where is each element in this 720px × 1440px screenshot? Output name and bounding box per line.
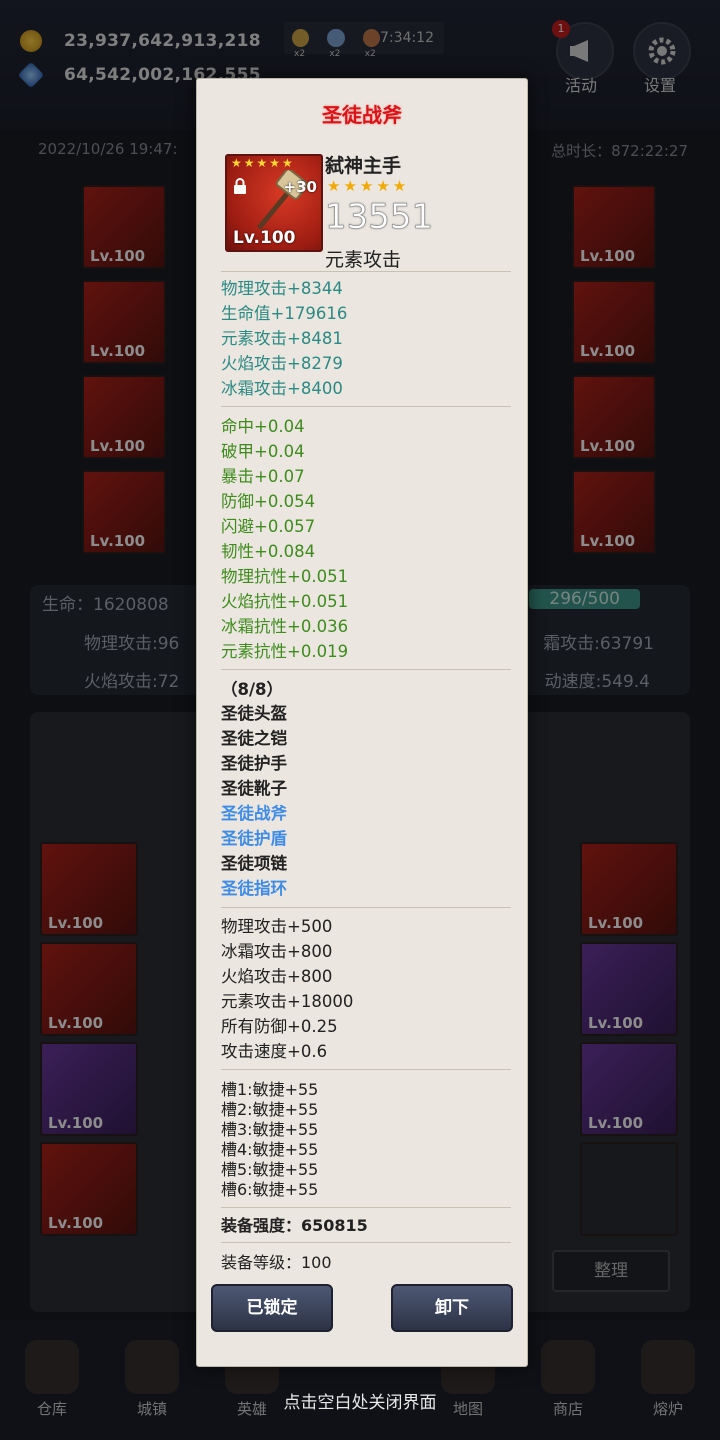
sub-stat: 物理抗性+0.051 xyxy=(221,567,349,586)
equip-strength: 装备强度：650815 xyxy=(221,1216,368,1235)
item-type: 元素攻击 xyxy=(325,249,402,271)
set-bonus: 所有防御+0.25 xyxy=(221,1017,338,1036)
item-name: 弑神主手 xyxy=(325,155,402,177)
item-stars: ★★★★★ xyxy=(327,177,410,195)
set-item: 圣徒靴子 xyxy=(221,779,287,798)
unequip-button[interactable]: 卸下 xyxy=(391,1284,513,1332)
main-stat: 火焰攻击+8279 xyxy=(221,354,343,373)
item-icon-stars: ★★★★★ xyxy=(231,156,295,170)
sub-stat: 元素抗性+0.019 xyxy=(221,642,349,661)
sub-stat: 命中+0.04 xyxy=(221,417,305,436)
sub-stat: 韧性+0.084 xyxy=(221,542,316,561)
item-power: 13551 xyxy=(325,197,434,238)
set-item: 圣徒项链 xyxy=(221,854,287,873)
lock-button[interactable]: 已锁定 xyxy=(211,1284,333,1332)
main-stat: 物理攻击+8344 xyxy=(221,279,343,298)
sub-stat: 暴击+0.07 xyxy=(221,467,305,486)
main-stat: 冰霜攻击+8400 xyxy=(221,379,343,398)
lock-icon xyxy=(234,178,246,194)
sub-stat: 破甲+0.04 xyxy=(221,442,305,461)
divider xyxy=(221,669,511,670)
item-detail-popup: 圣徒战斧 ★★★★★ +30 Lv.100 弑神主手 ★★★★★ 13551 元… xyxy=(196,78,528,1367)
divider xyxy=(221,271,511,272)
item-plus-level: +30 xyxy=(283,178,317,196)
sub-stat: 闪避+0.057 xyxy=(221,517,316,536)
sub-stat: 防御+0.054 xyxy=(221,492,316,511)
close-hint: 点击空白处关闭界面 xyxy=(283,1393,437,1413)
divider xyxy=(221,406,511,407)
set-item-equipped: 圣徒护盾 xyxy=(221,829,287,848)
set-count: （8/8） xyxy=(221,680,283,699)
set-item: 圣徒之铠 xyxy=(221,729,287,748)
item-level: Lv.100 xyxy=(233,228,296,248)
set-bonus: 攻击速度+0.6 xyxy=(221,1042,328,1061)
set-item: 圣徒头盔 xyxy=(221,704,287,723)
divider xyxy=(221,1069,511,1070)
set-bonus: 火焰攻击+800 xyxy=(221,967,333,986)
divider xyxy=(221,1207,511,1208)
socket-line: 槽6:敏捷+55 xyxy=(221,1180,319,1199)
main-stat: 元素攻击+8481 xyxy=(221,329,343,348)
set-item: 圣徒护手 xyxy=(221,754,287,773)
set-bonus: 冰霜攻击+800 xyxy=(221,942,333,961)
set-item-equipped: 圣徒战斧 xyxy=(221,804,287,823)
set-bonus: 物理攻击+500 xyxy=(221,917,333,936)
divider xyxy=(221,1242,511,1243)
item-icon: ★★★★★ +30 Lv.100 xyxy=(225,154,323,252)
main-stat: 生命值+179616 xyxy=(221,304,348,323)
divider xyxy=(221,907,511,908)
sub-stat: 火焰抗性+0.051 xyxy=(221,592,349,611)
popup-title: 圣徒战斧 xyxy=(322,103,402,127)
set-item-equipped: 圣徒指环 xyxy=(221,879,287,898)
set-bonus: 元素攻击+18000 xyxy=(221,992,354,1011)
equip-level: 装备等级：100 xyxy=(221,1253,332,1272)
sub-stat: 冰霜抗性+0.036 xyxy=(221,617,349,636)
